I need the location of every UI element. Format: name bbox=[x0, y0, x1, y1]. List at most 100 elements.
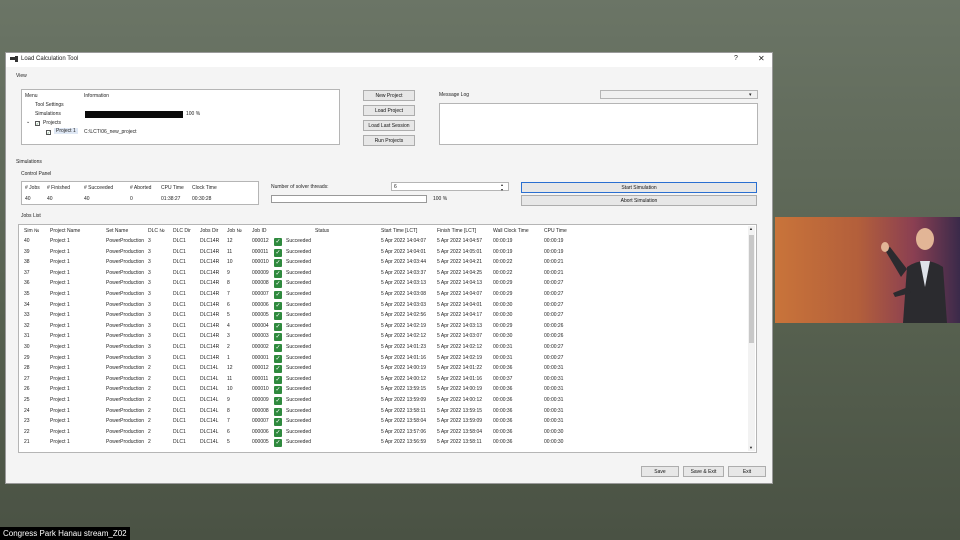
close-icon[interactable]: ✕ bbox=[758, 54, 765, 63]
table-row[interactable]: 24 Project 1 PowerProduction 2 DLC1 DLC14L 8 00… bbox=[19, 406, 747, 417]
table-cell: 3 bbox=[148, 259, 151, 266]
spin-arrows-icon[interactable]: ▴ ▾ bbox=[501, 182, 503, 192]
table-cell: 000004 bbox=[252, 322, 269, 329]
table-cell: 5 Apr 2022 13:59:09 bbox=[437, 418, 483, 425]
col-header[interactable]: Job № bbox=[227, 228, 242, 234]
table-cell: DLC14R bbox=[200, 269, 220, 276]
table-cell: 00:00:36 bbox=[493, 386, 513, 393]
project-tree[interactable]: Menu Information Tool Settings Simulatio… bbox=[21, 89, 340, 145]
view-section-label: View bbox=[16, 73, 27, 79]
table-cell: Project 1 bbox=[50, 439, 70, 446]
table-row[interactable]: 25 Project 1 PowerProduction 2 DLC1 DLC14L 9 00… bbox=[19, 395, 747, 406]
table-cell: 000010 bbox=[252, 259, 269, 266]
table-cell: DLC1 bbox=[173, 259, 186, 266]
stream-caption: Congress Park Hanau stream_Z02 bbox=[0, 527, 130, 540]
tree-item-tool-settings[interactable]: Tool Settings bbox=[35, 102, 64, 108]
abort-simulation-button[interactable]: Abort Simulation bbox=[521, 195, 757, 206]
save-exit-button[interactable]: Save & Exit bbox=[683, 466, 724, 477]
table-cell: 8 bbox=[227, 280, 230, 287]
col-header[interactable]: Sim № bbox=[24, 228, 39, 234]
table-cell: Succeeded bbox=[286, 418, 312, 425]
table-row[interactable]: 33 Project 1 PowerProduction 3 DLC1 DLC14R 5 00… bbox=[19, 310, 747, 321]
col-header[interactable]: Finish Time [LCT] bbox=[437, 228, 476, 234]
table-row[interactable]: 31 Project 1 PowerProduction 3 DLC1 DLC14R 3 00… bbox=[19, 331, 747, 342]
table-cell: Project 1 bbox=[50, 375, 70, 382]
table-cell: Succeeded bbox=[286, 291, 312, 297]
table-cell: 00:00:21 bbox=[544, 269, 564, 276]
table-cell: Project 1 bbox=[50, 354, 70, 361]
table-row[interactable]: 30 Project 1 PowerProduction 3 DLC1 DLC14R 2 00… bbox=[19, 342, 747, 353]
table-row[interactable]: 35 Project 1 PowerProduction 3 DLC1 DLC14R 7 00… bbox=[19, 289, 747, 300]
table-row[interactable]: 40 Project 1 PowerProduction 3 DLC1 DLC14R 12 0… bbox=[19, 236, 747, 247]
start-simulation-button[interactable]: Start Simulation bbox=[521, 182, 757, 193]
solver-threads-spinbox[interactable]: 6 ▴ ▾ bbox=[391, 182, 509, 192]
col-header[interactable]: Start Time [LCT] bbox=[381, 228, 417, 234]
col-header[interactable]: DLC Dir bbox=[173, 228, 191, 234]
scroll-down-icon[interactable]: ▼ bbox=[749, 445, 753, 450]
table-row[interactable]: 21 Project 1 PowerProduction 2 DLC1 DLC14L 5 00… bbox=[19, 437, 747, 448]
succeeded-check-icon: ✓ bbox=[274, 344, 282, 352]
table-cell: PowerProduction bbox=[106, 248, 145, 255]
table-row[interactable]: 28 Project 1 PowerProduction 2 DLC1 DLC14L 12 0… bbox=[19, 363, 747, 374]
col-header[interactable]: CPU Time bbox=[544, 228, 567, 234]
table-cell: 5 bbox=[227, 439, 230, 446]
table-row[interactable]: 39 Project 1 PowerProduction 3 DLC1 DLC14R 11 0… bbox=[19, 247, 747, 258]
tree-item-project1[interactable]: Project 1 bbox=[54, 128, 78, 134]
table-cell: 00:00:37 bbox=[493, 375, 513, 382]
message-log-filter-dropdown[interactable]: ▾ bbox=[600, 90, 758, 99]
scroll-thumb[interactable] bbox=[749, 235, 754, 343]
col-header[interactable]: Wall Clock Time bbox=[493, 228, 529, 234]
table-cell: 3 bbox=[227, 333, 230, 340]
table-row[interactable]: 36 Project 1 PowerProduction 3 DLC1 DLC14R 8 00… bbox=[19, 278, 747, 289]
col-header[interactable]: Project Name bbox=[50, 228, 80, 234]
table-row[interactable]: 38 Project 1 PowerProduction 3 DLC1 DLC14R 10 0… bbox=[19, 257, 747, 268]
help-icon[interactable]: ? bbox=[734, 55, 738, 62]
table-row[interactable]: 23 Project 1 PowerProduction 2 DLC1 DLC14L 7 00… bbox=[19, 416, 747, 427]
cp-header: # Aborted bbox=[130, 185, 152, 191]
col-header[interactable]: DLC № bbox=[148, 228, 165, 234]
table-row[interactable]: 32 Project 1 PowerProduction 3 DLC1 DLC14R 4 00… bbox=[19, 321, 747, 332]
message-log-textarea[interactable] bbox=[439, 103, 758, 145]
table-cell: DLC1 bbox=[173, 312, 186, 319]
table-row[interactable]: 22 Project 1 PowerProduction 2 DLC1 DLC14L 6 00… bbox=[19, 427, 747, 438]
table-cell: 2 bbox=[148, 418, 151, 425]
app-icon bbox=[10, 56, 18, 62]
cp-value: 01:38:27 bbox=[161, 196, 181, 202]
table-row[interactable]: 29 Project 1 PowerProduction 3 DLC1 DLC14R 1 00… bbox=[19, 353, 747, 364]
col-header[interactable]: Jobs Dir bbox=[200, 228, 218, 234]
table-row[interactable]: 27 Project 1 PowerProduction 2 DLC1 DLC14L 11 0… bbox=[19, 374, 747, 385]
col-header[interactable]: Set Name bbox=[106, 228, 128, 234]
run-projects-button[interactable]: Run Projects bbox=[363, 135, 415, 146]
table-cell: 00:00:36 bbox=[493, 439, 513, 446]
table-cell: 5 Apr 2022 13:58:11 bbox=[381, 407, 426, 414]
chevron-down-icon[interactable]: ⌄ bbox=[26, 119, 30, 125]
tree-item-simulations[interactable]: Simulations bbox=[35, 111, 61, 117]
succeeded-check-icon: ✓ bbox=[274, 386, 282, 395]
table-cell: 5 Apr 2022 14:00:12 bbox=[437, 397, 483, 403]
table-cell: 23 bbox=[24, 418, 30, 425]
col-header[interactable]: Job ID bbox=[252, 228, 266, 234]
table-cell: DLC14R bbox=[200, 280, 220, 287]
succeeded-check-icon: ✓ bbox=[274, 280, 282, 289]
col-header[interactable]: Status bbox=[315, 228, 329, 234]
exit-button[interactable]: Exit bbox=[728, 466, 766, 477]
table-row[interactable]: 26 Project 1 PowerProduction 2 DLC1 DLC14L 10 0… bbox=[19, 384, 747, 395]
table-cell: DLC1 bbox=[173, 397, 186, 403]
jobs-scrollbar[interactable]: ▲ ▼ bbox=[748, 226, 755, 451]
succeeded-check-icon: ✓ bbox=[274, 375, 282, 384]
scroll-up-icon[interactable]: ▲ bbox=[749, 226, 753, 231]
table-cell: 33 bbox=[24, 312, 30, 319]
load-project-button[interactable]: Load Project bbox=[363, 105, 415, 116]
tree-item-projects[interactable]: Projects bbox=[43, 120, 61, 126]
table-cell: 00:00:31 bbox=[493, 344, 513, 350]
project1-checkbox[interactable]: ✓ bbox=[46, 130, 51, 135]
save-button[interactable]: Save bbox=[641, 466, 679, 477]
table-row[interactable]: 37 Project 1 PowerProduction 3 DLC1 DLC14R 9 00… bbox=[19, 268, 747, 279]
table-cell: 000003 bbox=[252, 333, 269, 340]
table-cell: 2 bbox=[148, 365, 151, 372]
table-row[interactable]: 34 Project 1 PowerProduction 3 DLC1 DLC14R 6 00… bbox=[19, 300, 747, 311]
jobs-table[interactable]: Sim № Project Name Set Name DLC № DLC Di… bbox=[18, 224, 757, 453]
load-last-session-button[interactable]: Load Last Session bbox=[363, 120, 415, 131]
projects-checkbox[interactable]: ✓ bbox=[35, 121, 40, 126]
new-project-button[interactable]: New Project bbox=[363, 90, 415, 101]
